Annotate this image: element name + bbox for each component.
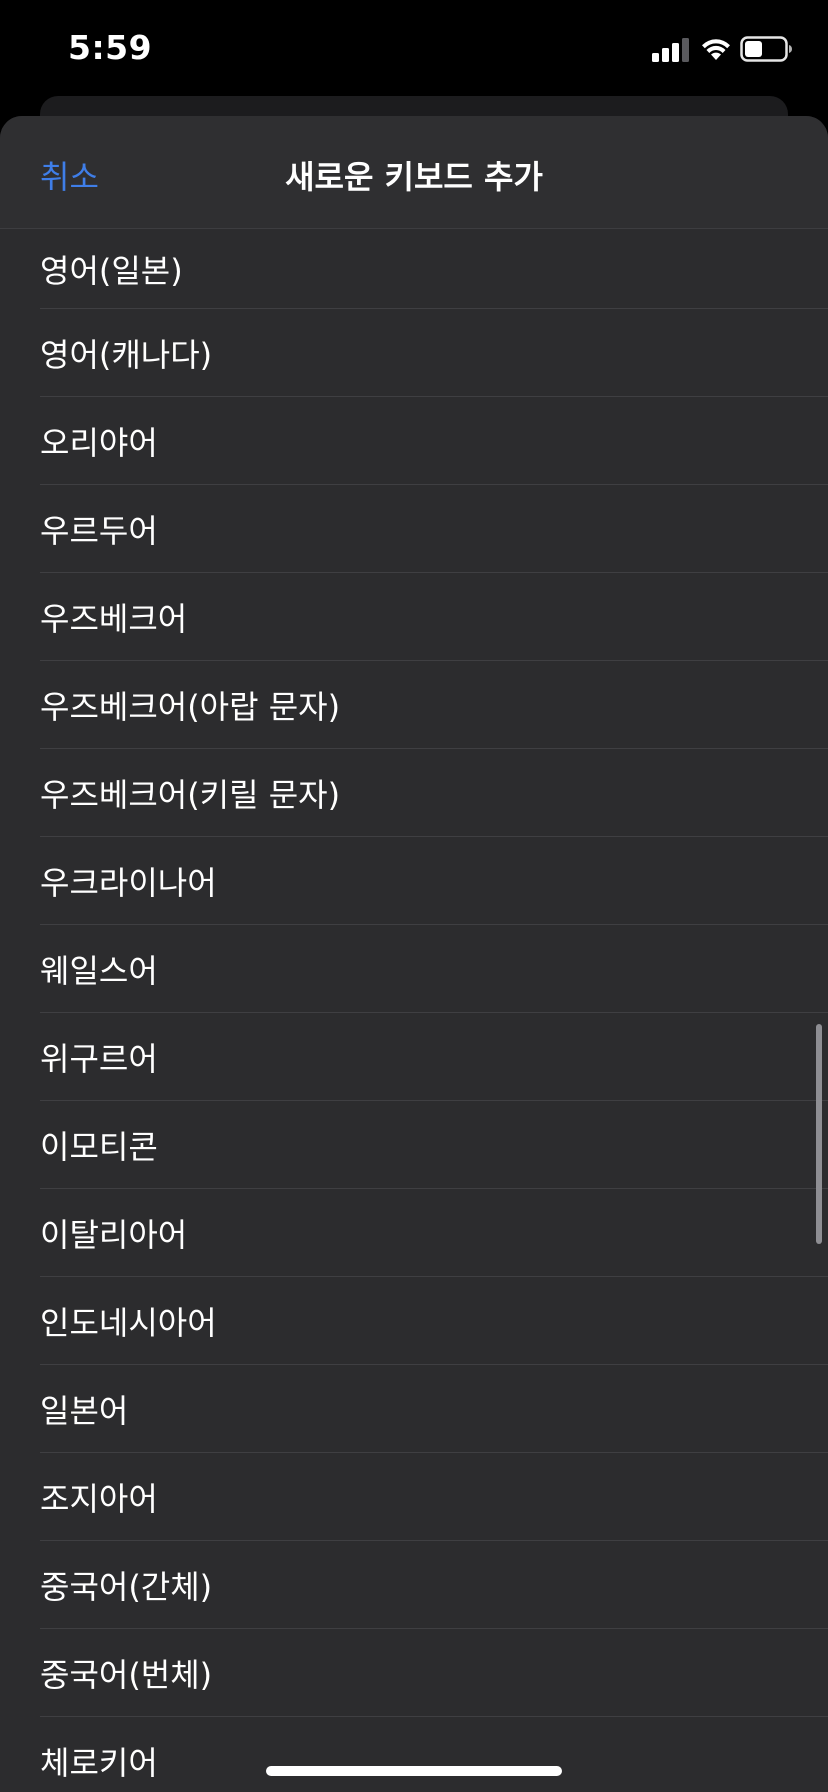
list-item-label: 우즈베크어(아랍 문자)	[40, 687, 341, 726]
list-item[interactable]: 우르두어	[40, 485, 828, 573]
list-item[interactable]: 오리야어	[40, 397, 828, 485]
cellular-signal-icon	[652, 38, 689, 62]
list-item-label: 우르두어	[40, 511, 158, 550]
list-item[interactable]: 우즈베크어(키릴 문자)	[40, 749, 828, 837]
list-item-label: 체로키어	[40, 1743, 158, 1782]
cancel-button[interactable]: 취소	[40, 152, 99, 198]
scroll-indicator[interactable]	[816, 1024, 822, 1244]
navigation-bar: 취소 새로운 키보드 추가	[0, 116, 828, 229]
add-keyboard-sheet: 취소 새로운 키보드 추가 영어(일본) 영어(캐나다) 오리야어 우르두어 우…	[0, 116, 828, 1792]
list-item[interactable]: 우크라이나어	[40, 837, 828, 925]
list-item[interactable]: 이탈리아어	[40, 1189, 828, 1277]
list-item-label: 인도네시아어	[40, 1303, 217, 1342]
status-bar: 5:59	[0, 0, 828, 100]
list-item[interactable]: 조지아어	[40, 1453, 828, 1541]
list-item-label: 웨일스어	[40, 951, 158, 990]
list-item[interactable]: 중국어(간체)	[40, 1541, 828, 1629]
list-item-label: 일본어	[40, 1391, 129, 1430]
wifi-icon	[702, 39, 730, 60]
list-item-label: 중국어(번체)	[40, 1655, 213, 1694]
list-item[interactable]: 중국어(번체)	[40, 1629, 828, 1717]
list-item-label: 조지아어	[40, 1479, 158, 1518]
list-item[interactable]: 영어(캐나다)	[40, 309, 828, 397]
list-item-label: 이모티콘	[40, 1127, 158, 1166]
battery-icon	[740, 36, 792, 62]
list-item-label: 우즈베크어(키릴 문자)	[40, 775, 341, 814]
list-item[interactable]: 체로키어	[40, 1717, 828, 1792]
status-time: 5:59	[68, 28, 153, 67]
list-item[interactable]: 이모티콘	[40, 1101, 828, 1189]
page-title: 새로운 키보드 추가	[285, 158, 543, 196]
list-item[interactable]: 우즈베크어	[40, 573, 828, 661]
list-item-label: 영어(캐나다)	[40, 335, 213, 374]
home-indicator[interactable]	[266, 1766, 562, 1776]
list-item[interactable]: 우즈베크어(아랍 문자)	[40, 661, 828, 749]
list-item[interactable]: 영어(일본)	[40, 229, 828, 309]
list-item[interactable]: 인도네시아어	[40, 1277, 828, 1365]
list-item-label: 이탈리아어	[40, 1215, 188, 1254]
list-item-label: 위구르어	[40, 1039, 158, 1078]
list-item-label: 우크라이나어	[40, 863, 217, 902]
list-item-label: 영어(일본)	[40, 251, 183, 290]
list-item-label: 우즈베크어	[40, 599, 188, 638]
list-item[interactable]: 위구르어	[40, 1013, 828, 1101]
list-item-label: 중국어(간체)	[40, 1567, 213, 1606]
keyboard-list: 영어(일본) 영어(캐나다) 오리야어 우르두어 우즈베크어 우즈베크어(아랍 …	[0, 229, 828, 1792]
list-item[interactable]: 웨일스어	[40, 925, 828, 1013]
list-item[interactable]: 일본어	[40, 1365, 828, 1453]
list-item-label: 오리야어	[40, 423, 158, 462]
